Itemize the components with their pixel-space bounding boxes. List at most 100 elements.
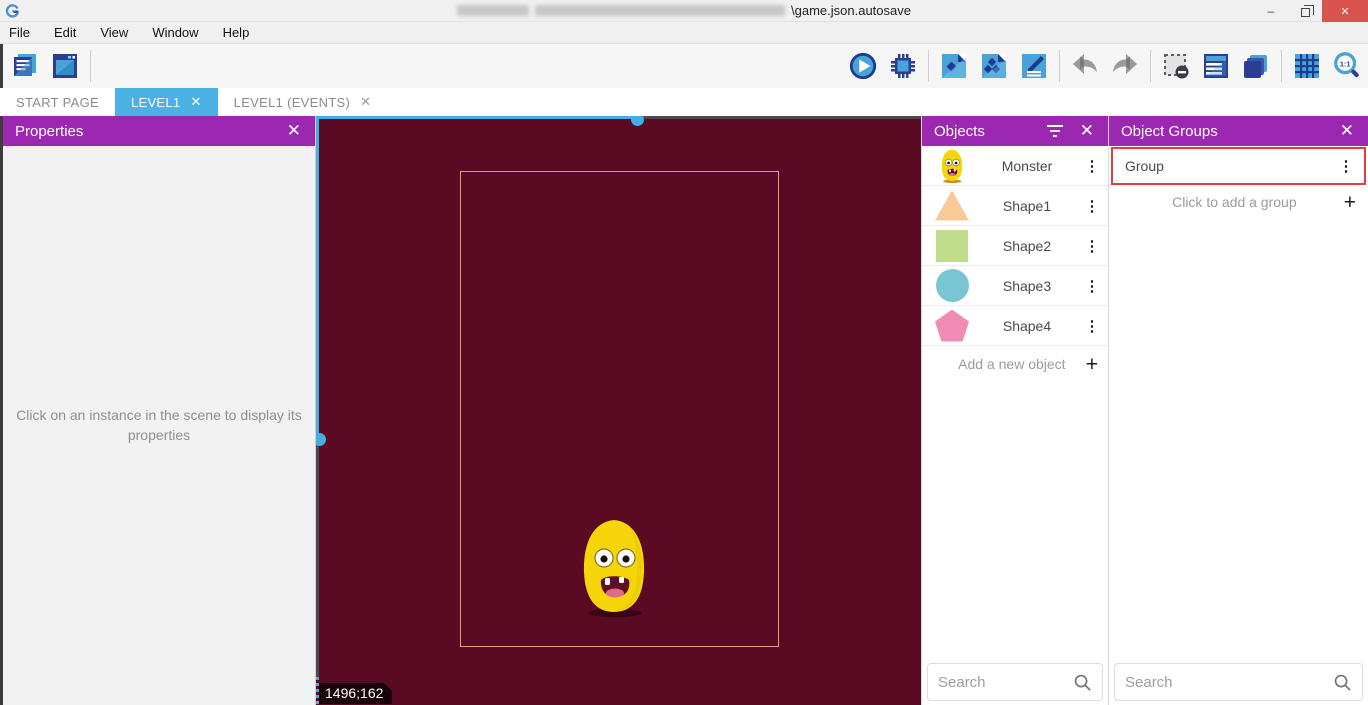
- objects-close-icon[interactable]: ✕: [1078, 121, 1096, 141]
- scene-canvas[interactable]: 1496;162: [316, 116, 921, 705]
- object-groups-close-icon[interactable]: ✕: [1338, 121, 1356, 141]
- tab-close-icon[interactable]: ✕: [360, 94, 371, 110]
- menu-view[interactable]: View: [88, 22, 140, 44]
- play-icon[interactable]: [848, 51, 878, 81]
- properties-panel: Properties ✕ Click on an instance in the…: [0, 116, 316, 705]
- object-menu-icon[interactable]: ⋮: [1084, 277, 1100, 295]
- properties-empty-message: Click on an instance in the scene to dis…: [14, 406, 304, 445]
- zoom-1-1-icon[interactable]: 1:1: [1332, 51, 1362, 81]
- resize-handle-left[interactable]: [316, 433, 326, 446]
- add-multiple-instances-icon[interactable]: [979, 51, 1009, 81]
- pentagon-thumbnail: [935, 310, 969, 342]
- object-name: Monster: [970, 158, 1084, 174]
- menu-bar: File Edit View Window Help: [0, 22, 1368, 44]
- tab-level1[interactable]: LEVEL1 ✕: [115, 88, 218, 116]
- object-menu-icon[interactable]: ⋮: [1084, 317, 1100, 335]
- object-name: Shape2: [970, 238, 1084, 254]
- add-group-button[interactable]: Click to add a group +: [1109, 185, 1368, 219]
- object-row-shape1[interactable]: Shape1 ⋮: [922, 186, 1108, 226]
- menu-help[interactable]: Help: [211, 22, 262, 44]
- project-manager-icon[interactable]: [10, 51, 40, 81]
- tab-close-icon[interactable]: ✕: [190, 94, 201, 110]
- debug-icon[interactable]: [888, 51, 918, 81]
- object-name: Shape4: [970, 318, 1084, 334]
- object-row-shape4[interactable]: Shape4 ⋮: [922, 306, 1108, 346]
- layers-icon[interactable]: [1241, 51, 1271, 81]
- add-object-button[interactable]: Add a new object +: [922, 346, 1108, 382]
- properties-title: Properties: [15, 123, 285, 140]
- window-title: \game.json.autosave: [0, 0, 1368, 21]
- object-menu-icon[interactable]: ⋮: [1084, 197, 1100, 215]
- object-groups-title: Object Groups: [1121, 123, 1338, 140]
- object-row-shape3[interactable]: Shape3 ⋮: [922, 266, 1108, 306]
- properties-close-icon[interactable]: ✕: [285, 121, 303, 141]
- circle-thumbnail: [936, 269, 969, 302]
- objects-list-icon[interactable]: [1201, 51, 1231, 81]
- scene-properties-icon[interactable]: [50, 51, 80, 81]
- object-menu-icon[interactable]: ⋮: [1084, 237, 1100, 255]
- canvas-dashed-border: [316, 677, 319, 705]
- group-name: Group: [1125, 158, 1338, 174]
- plus-icon: +: [1344, 192, 1356, 213]
- group-menu-icon[interactable]: ⋮: [1338, 157, 1354, 175]
- window-edge: [0, 44, 3, 88]
- canvas-border: [637, 116, 921, 119]
- object-groups-panel: Object Groups ✕ Group ⋮ Click to add a g…: [1108, 116, 1368, 705]
- menu-file[interactable]: File: [0, 22, 42, 44]
- redacted-path-segment: [535, 5, 785, 16]
- add-group-label: Click to add a group: [1125, 194, 1344, 210]
- add-instance-icon[interactable]: [939, 51, 969, 81]
- group-row-highlighted[interactable]: Group ⋮: [1111, 147, 1366, 185]
- groups-search-input[interactable]: [1125, 674, 1333, 691]
- groups-search-box[interactable]: [1114, 663, 1363, 701]
- object-menu-icon[interactable]: ⋮: [1084, 157, 1100, 175]
- properties-header: Properties ✕: [3, 116, 315, 146]
- minimize-button[interactable]: –: [1254, 0, 1288, 22]
- monster-instance[interactable]: [577, 518, 651, 618]
- objects-header: Objects ✕: [922, 116, 1108, 146]
- object-groups-header: Object Groups ✕: [1109, 116, 1368, 146]
- object-row-shape2[interactable]: Shape2 ⋮: [922, 226, 1108, 266]
- window-title-text: \game.json.autosave: [791, 3, 911, 18]
- restore-icon: [1301, 8, 1310, 17]
- edit-scene-icon[interactable]: [1019, 51, 1049, 81]
- objects-panel: Objects ✕ Monster ⋮: [921, 116, 1108, 705]
- tab-label: START PAGE: [16, 95, 99, 110]
- add-object-label: Add a new object: [938, 356, 1086, 372]
- object-name: Shape1: [970, 198, 1084, 214]
- deselect-all-icon[interactable]: [1161, 51, 1191, 81]
- object-row-monster[interactable]: Monster ⋮: [922, 146, 1108, 186]
- search-icon: [1073, 673, 1092, 692]
- objects-title: Objects: [934, 123, 1046, 140]
- close-button[interactable]: ✕: [1322, 0, 1368, 22]
- search-icon: [1333, 673, 1352, 692]
- square-thumbnail: [936, 230, 968, 262]
- filter-icon[interactable]: [1046, 125, 1064, 137]
- toolbar-divider: [90, 50, 91, 82]
- tab-bar: START PAGE LEVEL1 ✕ LEVEL1 (EVENTS) ✕: [0, 88, 1368, 116]
- canvas-selection-border: [316, 116, 637, 119]
- toolbar: 1:1: [0, 44, 1368, 88]
- undo-icon[interactable]: [1070, 51, 1100, 81]
- gdevelop-app-icon: [4, 3, 20, 19]
- redacted-path-segment: [457, 5, 529, 16]
- tab-level1-events[interactable]: LEVEL1 (EVENTS) ✕: [218, 88, 388, 116]
- svg-text:1:1: 1:1: [1340, 59, 1351, 68]
- object-name: Shape3: [970, 278, 1084, 294]
- cursor-coordinates: 1496;162: [319, 683, 392, 704]
- title-bar: \game.json.autosave – ✕: [0, 0, 1368, 22]
- canvas-selection-border: [316, 116, 319, 439]
- tab-label: LEVEL1: [131, 95, 181, 110]
- plus-icon: +: [1086, 354, 1098, 375]
- monster-thumbnail: [934, 148, 970, 184]
- menu-edit[interactable]: Edit: [42, 22, 88, 44]
- objects-search-box[interactable]: [927, 663, 1103, 701]
- resize-handle-top[interactable]: [631, 116, 644, 126]
- grid-icon[interactable]: [1292, 51, 1322, 81]
- restore-button[interactable]: [1288, 0, 1322, 22]
- redo-icon[interactable]: [1110, 51, 1140, 81]
- objects-search-input[interactable]: [938, 674, 1073, 691]
- tab-start-page[interactable]: START PAGE: [0, 88, 115, 116]
- triangle-thumbnail: [935, 191, 969, 221]
- menu-window[interactable]: Window: [140, 22, 210, 44]
